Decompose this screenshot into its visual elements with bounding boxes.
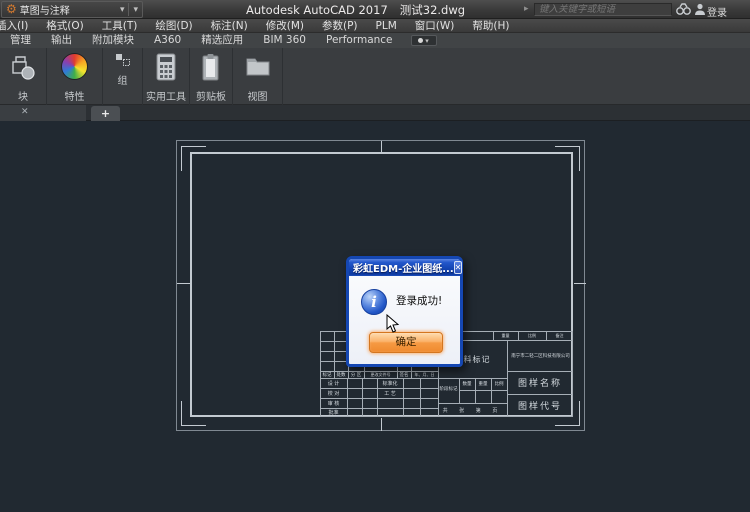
tb-qty-header: 数量 (459, 378, 475, 390)
tab-addins[interactable]: 附加模块 (82, 33, 144, 48)
ribbon-display-toggle[interactable]: ▾ (411, 35, 437, 46)
tb-process-label: 标准化 (377, 378, 403, 388)
clipboard-icon[interactable] (190, 53, 232, 83)
tb-qty-header: 比例 (491, 378, 507, 390)
center-mark (381, 418, 382, 431)
menu-bar: 插入(I) 格式(O) 工具(T) 绘图(D) 标注(N) 修改(M) 参数(P… (0, 19, 750, 33)
signin-button[interactable]: 登录 (707, 4, 727, 19)
file-tab-bar: ✕ + (0, 105, 750, 121)
panel-clipboard[interactable]: 剪贴板 (190, 48, 233, 105)
chevron-down-icon[interactable]: ▾ (116, 5, 129, 15)
menu-help[interactable]: 帮助(H) (463, 19, 518, 32)
new-tab-button[interactable]: + (91, 106, 120, 121)
corner-mark (181, 401, 206, 426)
corner-mark (181, 146, 206, 171)
menu-draw[interactable]: 绘图(D) (146, 19, 201, 32)
tb-rev-header: 标记 (320, 371, 334, 378)
tb-process-label: 工 艺 (377, 388, 403, 398)
close-icon[interactable]: ✕ (454, 261, 463, 274)
tb-sign-label: 批准 (320, 408, 347, 417)
color-wheel-icon[interactable] (47, 53, 102, 80)
tb-sign-label: 校 对 (320, 388, 347, 398)
record-icon (418, 38, 423, 43)
tb-rev-header: 处数 (334, 371, 348, 378)
panel-group[interactable]: 组 (103, 48, 143, 105)
tb-sign-label: 审 核 (320, 398, 347, 408)
file-tab-current[interactable] (0, 105, 86, 121)
calculator-icon[interactable] (143, 53, 189, 83)
quick-access-chevron-icon[interactable]: ▾ (129, 5, 142, 15)
center-mark (381, 141, 382, 152)
tb-sign-label: 设 计 (320, 378, 347, 388)
menu-modify[interactable]: 修改(M) (257, 19, 313, 32)
panel-label[interactable]: 视图 (233, 88, 282, 103)
gear-icon: ⚙ (2, 2, 20, 17)
search-binoculars-icon[interactable] (676, 3, 691, 16)
tb-top-header: 备注 (546, 331, 573, 340)
chevron-down-icon: ▾ (425, 37, 429, 45)
tab-a360[interactable]: A360 (144, 33, 191, 48)
tab-bim360[interactable]: BIM 360 (253, 33, 316, 48)
infocenter-collapse-icon[interactable]: ▸ (524, 4, 529, 14)
tb-stage-label: 阶段标记 (438, 378, 459, 403)
close-tab-icon[interactable]: ✕ (21, 107, 29, 117)
tab-featured-apps[interactable]: 精选应用 (191, 33, 253, 48)
window-title: Autodesk AutoCAD 2017 测试32.dwg (246, 2, 465, 17)
user-icon[interactable] (694, 3, 706, 16)
edm-login-dialog: 彩虹EDM-企业图纸... ✕ i 登录成功! 确定 (346, 256, 463, 367)
group-icon[interactable] (103, 53, 142, 67)
menu-window[interactable]: 窗口(W) (406, 19, 464, 32)
block-icon[interactable] (0, 53, 46, 85)
panel-utilities[interactable]: 实用工具 (143, 48, 190, 105)
menu-tools[interactable]: 工具(T) (93, 19, 147, 32)
center-mark (177, 283, 190, 284)
app-title: Autodesk AutoCAD 2017 (246, 3, 388, 17)
panel-label[interactable]: 实用工具 (143, 88, 189, 103)
dialog-title-bar[interactable]: 彩虹EDM-企业图纸... ✕ (349, 259, 460, 276)
panel-label[interactable]: 组 (103, 72, 142, 87)
menu-parametric[interactable]: 参数(P) (313, 19, 367, 32)
panel-label[interactable]: 特性 (47, 88, 102, 103)
tb-qty-header: 重量 (475, 378, 491, 390)
tab-performance[interactable]: Performance (316, 33, 403, 48)
tb-company: 南宁市二轻二区科技有限公司 (508, 340, 573, 371)
tb-rev-header: 分 区 (348, 371, 364, 378)
search-input[interactable] (534, 3, 672, 16)
tb-top-header: 比例 (518, 331, 546, 340)
corner-mark (555, 146, 580, 171)
workspace-label: 草图与注释 (20, 2, 116, 17)
tb-drawing-name: 图样名称 (507, 371, 573, 394)
tb-rev-header: 年、月、日 (411, 371, 438, 378)
panel-block[interactable]: 块 (0, 48, 47, 105)
mouse-cursor (386, 314, 400, 334)
tb-rev-header: 签名 (397, 371, 411, 378)
panel-label[interactable]: 块 (0, 88, 46, 103)
tb-drawing-code: 图样代号 (507, 394, 573, 417)
tab-output[interactable]: 输出 (41, 33, 82, 48)
dialog-message: 登录成功! (396, 293, 442, 308)
panel-view[interactable]: 视图 (233, 48, 283, 105)
ribbon-tab-bar: 管理 输出 附加模块 A360 精选应用 BIM 360 Performance… (0, 33, 750, 48)
menu-format[interactable]: 格式(O) (37, 19, 92, 32)
ribbon-panels: 块 特性 组 (0, 48, 750, 105)
ok-button[interactable]: 确定 (369, 332, 443, 353)
dialog-title: 彩虹EDM-企业图纸... (349, 260, 454, 275)
document-title: 测试32.dwg (400, 2, 465, 18)
tab-manage[interactable]: 管理 (0, 33, 41, 48)
tb-rev-header: 更改文件号 (364, 371, 397, 378)
panel-properties[interactable]: 特性 (47, 48, 103, 105)
menu-plm[interactable]: PLM (367, 19, 406, 32)
tb-sheet-info: 共 张 第 页 (438, 403, 507, 417)
info-icon: i (361, 289, 387, 315)
center-mark (574, 283, 586, 284)
menu-dimension[interactable]: 标注(N) (202, 19, 257, 32)
autocad-window: ⚙ 草图与注释 ▾ ▾ Autodesk AutoCAD 2017 测试32.d… (0, 0, 750, 512)
menu-insert[interactable]: 插入(I) (0, 19, 37, 32)
view-window-icon[interactable] (233, 53, 282, 79)
tb-top-header: 重量 (493, 331, 518, 340)
title-bar: ⚙ 草图与注释 ▾ ▾ Autodesk AutoCAD 2017 测试32.d… (0, 0, 750, 19)
panel-label[interactable]: 剪贴板 (190, 88, 232, 103)
workspace-selector[interactable]: ⚙ 草图与注释 ▾ ▾ (1, 1, 143, 18)
